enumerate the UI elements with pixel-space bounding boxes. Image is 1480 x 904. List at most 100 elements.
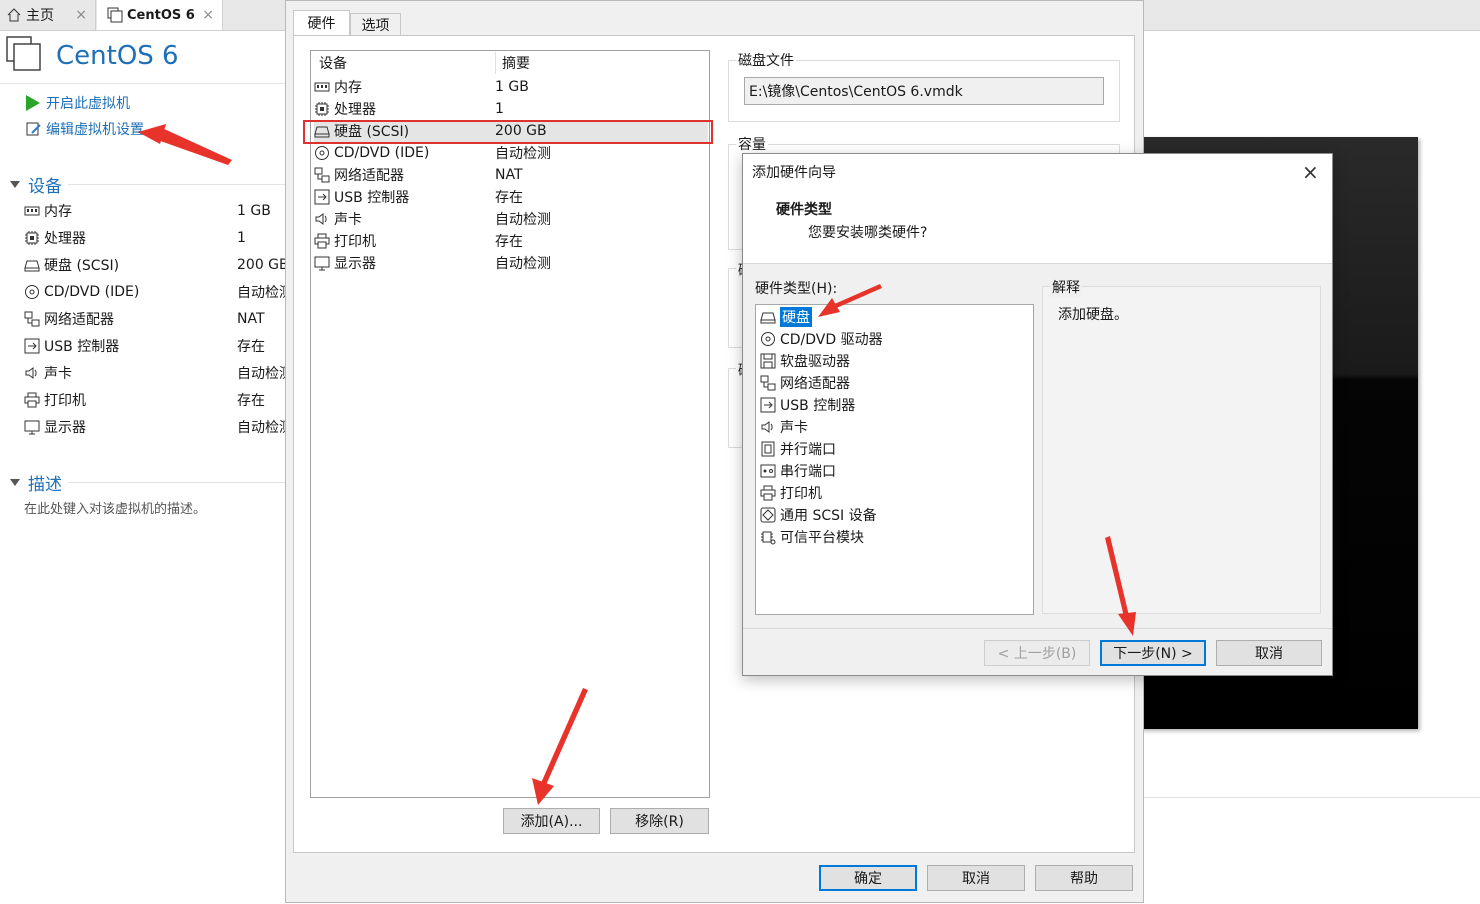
wizard-title: 添加硬件向导 (752, 165, 836, 181)
help-button[interactable]: 帮助 (1035, 865, 1133, 891)
display-icon (24, 419, 40, 435)
vm-header: CentOS 6 (6, 36, 179, 76)
device-name: 声卡 (44, 366, 72, 382)
vm-title: CentOS 6 (56, 41, 179, 71)
device-name: CD/DVD (IDE) (44, 284, 140, 300)
cpu-icon (24, 230, 40, 246)
parallel-port-icon (760, 441, 776, 457)
device-row[interactable]: 声卡 自动检测 (24, 362, 286, 384)
back-button[interactable]: < 上一步(B) (984, 640, 1090, 666)
devices-section-header[interactable]: 设备 (10, 172, 62, 197)
hardware-type-item[interactable]: 声卡 (760, 416, 808, 438)
device-value: 200 GB (237, 257, 286, 273)
tab-options[interactable]: 选项 (350, 13, 401, 35)
settings-device-name: 显示器 (334, 256, 376, 272)
home-icon (6, 7, 22, 23)
cd-icon (760, 331, 776, 347)
device-row[interactable]: 内存 1 GB (24, 200, 286, 222)
cd-icon (314, 145, 330, 161)
tab-home[interactable]: 主页 × (0, 0, 96, 30)
hardware-type-item[interactable]: 打印机 (760, 482, 822, 504)
add-hardware-button[interactable]: 添加(A)... (503, 808, 600, 834)
device-row[interactable]: USB 控制器 存在 (24, 335, 286, 357)
settings-device-value: NAT (495, 167, 523, 183)
network-icon (760, 375, 776, 391)
device-list-header: 设备 摘要 (311, 51, 709, 75)
hardware-type-item[interactable]: 串行端口 (760, 460, 836, 482)
settings-device-row[interactable]: 网络适配器 NAT (314, 164, 708, 186)
settings-device-row[interactable]: 打印机 存在 (314, 230, 708, 252)
tab-centos[interactable]: CentOS 6 × (97, 0, 223, 30)
settings-device-row[interactable]: USB 控制器 存在 (314, 186, 708, 208)
settings-device-name: 网络适配器 (334, 168, 404, 184)
settings-device-name: 声卡 (334, 212, 362, 228)
hardware-type-label-text: CD/DVD 驱动器 (780, 332, 883, 348)
wizard-footer-divider (743, 628, 1332, 629)
hardware-type-label-text: 打印机 (780, 486, 822, 502)
settings-device-row[interactable]: 内存 1 GB (314, 76, 708, 98)
device-row[interactable]: CD/DVD (IDE) 自动检测 (24, 281, 286, 303)
hardware-type-label-text: USB 控制器 (780, 398, 856, 414)
column-device[interactable]: 设备 (319, 53, 347, 73)
remove-hardware-button[interactable]: 移除(R) (610, 808, 709, 834)
hardware-type-label-text: 网络适配器 (780, 376, 850, 392)
hardware-type-item[interactable]: 通用 SCSI 设备 (760, 504, 877, 526)
device-row[interactable]: 处理器 1 (24, 227, 286, 249)
hardware-type-item[interactable]: 并行端口 (760, 438, 836, 460)
settings-device-row[interactable]: 声卡 自动检测 (314, 208, 708, 230)
disk-file-field[interactable]: E:\镜像\Centos\CentOS 6.vmdk (744, 77, 1104, 105)
wizard-close-icon[interactable]: × (1302, 160, 1319, 184)
hardware-type-label-text: 声卡 (780, 420, 808, 436)
floppy-icon (760, 353, 776, 369)
settings-device-row[interactable]: 显示器 自动检测 (314, 252, 708, 274)
hdd-icon (24, 257, 40, 273)
ok-button[interactable]: 确定 (819, 865, 917, 891)
explain-group (1042, 286, 1321, 614)
device-name: 网络适配器 (44, 312, 114, 328)
device-value: 1 (237, 230, 246, 246)
network-icon (24, 311, 40, 327)
settings-device-row[interactable]: CD/DVD (IDE) 自动检测 (314, 142, 708, 164)
start-vm-link[interactable]: 开启此虚拟机 (26, 92, 130, 114)
collapse-triangle-icon (10, 479, 20, 486)
settings-device-name: USB 控制器 (334, 190, 410, 206)
description-placeholder[interactable]: 在此处键入对该虚拟机的描述。 (24, 498, 206, 517)
settings-device-row[interactable]: 处理器 1 (314, 98, 708, 120)
next-button[interactable]: 下一步(N) > (1100, 640, 1206, 666)
tab-hardware[interactable]: 硬件 (293, 10, 350, 35)
device-row[interactable]: 显示器 自动检测 (24, 416, 286, 438)
hardware-type-label-text: 并行端口 (780, 442, 836, 458)
cpu-icon (314, 101, 330, 117)
device-name: 显示器 (44, 420, 86, 436)
device-value: NAT (237, 311, 265, 327)
hardware-type-label-text: 硬盘 (779, 306, 813, 328)
hardware-type-item[interactable]: 网络适配器 (760, 372, 850, 394)
hardware-type-item[interactable]: 可信平台模块 (760, 526, 864, 548)
serial-port-icon (760, 463, 776, 479)
usb-icon (760, 397, 776, 413)
column-summary[interactable]: 摘要 (495, 52, 530, 74)
hardware-type-item[interactable]: 软盘驱动器 (760, 350, 850, 372)
settings-device-value: 自动检测 (495, 146, 551, 162)
device-row[interactable]: 硬盘 (SCSI) 200 GB (24, 254, 286, 276)
edit-vm-settings-link[interactable]: 编辑虚拟机设置 (26, 118, 144, 140)
memory-icon (24, 203, 40, 219)
hardware-type-item[interactable]: 硬盘 (760, 306, 813, 328)
wizard-cancel-button[interactable]: 取消 (1216, 640, 1322, 666)
cd-icon (24, 284, 40, 300)
tab-centos-close-icon[interactable]: × (202, 7, 214, 23)
description-section-header[interactable]: 描述 (10, 470, 62, 495)
settings-device-name: 打印机 (334, 234, 376, 250)
settings-device-name: CD/DVD (IDE) (334, 145, 430, 161)
settings-cancel-button[interactable]: 取消 (927, 865, 1025, 891)
hardware-type-label-text: 软盘驱动器 (780, 354, 850, 370)
device-value: 自动检测 (237, 285, 286, 301)
hardware-type-item[interactable]: CD/DVD 驱动器 (760, 328, 883, 350)
device-row[interactable]: 网络适配器 NAT (24, 308, 286, 330)
device-name: 处理器 (44, 231, 86, 247)
hardware-type-item[interactable]: USB 控制器 (760, 394, 855, 416)
tab-home-close-icon[interactable]: × (75, 7, 87, 23)
settings-device-name: 内存 (334, 80, 362, 96)
device-row[interactable]: 打印机 存在 (24, 389, 286, 411)
settings-device-value: 存在 (495, 234, 523, 250)
